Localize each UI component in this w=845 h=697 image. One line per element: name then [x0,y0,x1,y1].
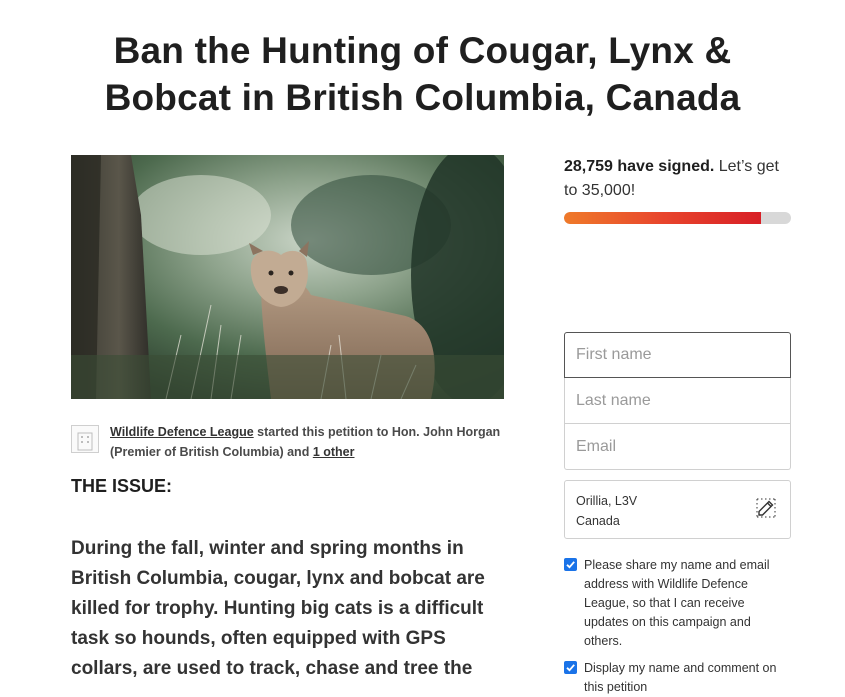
last-name-field[interactable] [564,378,791,424]
issue-heading: THE ISSUE: [71,476,173,496]
progress-fill [564,212,762,224]
organization-avatar-icon [71,425,99,453]
display-consent-label: Display my name and comment on this peti… [584,661,777,694]
signature-count: 28,759 have signed. Let’s get to 35,000! [564,155,794,203]
signature-progress-bar [564,212,791,224]
organization-link[interactable]: Wildlife Defence League [110,425,254,439]
title-line-2: Bobcat in British Columbia, Canada [104,76,741,118]
location-city: Orillia, L3V [576,494,638,508]
email-field[interactable] [564,424,791,470]
edit-pencil-icon[interactable] [756,498,776,518]
share-consent-checkbox[interactable] [564,558,577,571]
other-decision-maker-link[interactable]: 1 other [313,445,355,459]
petition-starter: Wildlife Defence League started this pet… [71,422,511,462]
starter-text: Wildlife Defence League started this pet… [110,422,510,462]
title-line-1: Ban the Hunting of Cougar, Lynx & [113,29,732,71]
first-name-field[interactable] [564,332,791,378]
petition-body: During the fall, winter and spring month… [71,538,485,679]
share-consent-row[interactable]: Please share my name and email address w… [564,556,791,652]
share-consent-label: Please share my name and email address w… [584,558,770,648]
location-country: Canada [576,514,620,528]
hero-image [71,155,504,399]
location-box[interactable]: Orillia, L3V Canada [564,480,791,539]
display-consent-checkbox[interactable] [564,661,577,674]
signed-count-text: 28,759 have signed. [564,158,715,175]
location-text: Orillia, L3V Canada [576,491,637,531]
petition-title: Ban the Hunting of Cougar, Lynx & Bobcat… [0,27,845,121]
display-consent-row[interactable]: Display my name and comment on this peti… [564,659,791,694]
